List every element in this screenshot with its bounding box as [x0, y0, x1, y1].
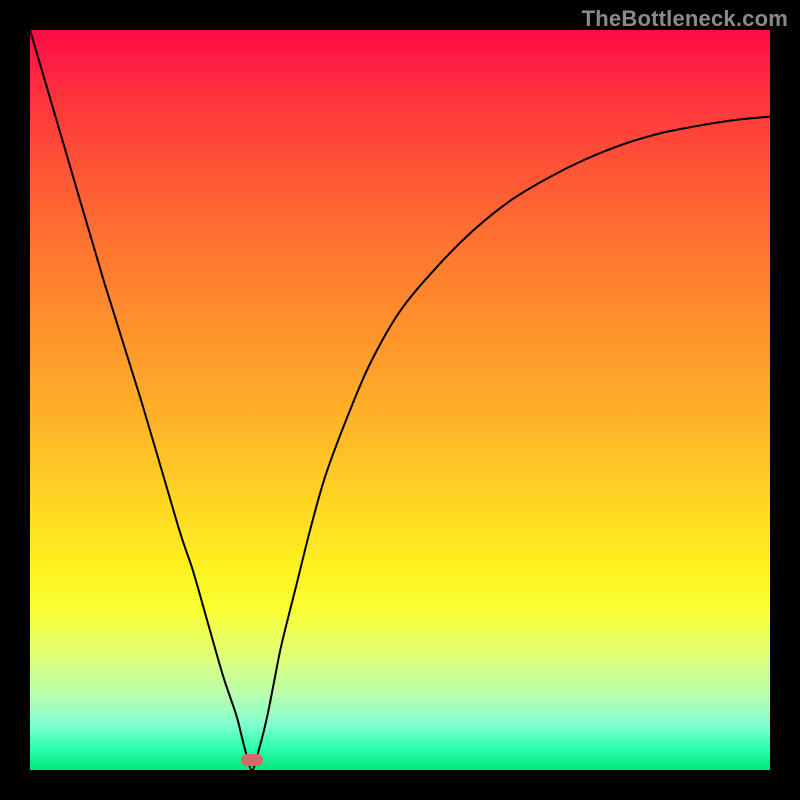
curve-svg: [30, 30, 770, 770]
watermark-text: TheBottleneck.com: [582, 6, 788, 32]
plot-area: [30, 30, 770, 770]
chart-frame: TheBottleneck.com: [0, 0, 800, 800]
bottleneck-curve: [30, 30, 770, 770]
optimum-marker: [241, 754, 263, 766]
